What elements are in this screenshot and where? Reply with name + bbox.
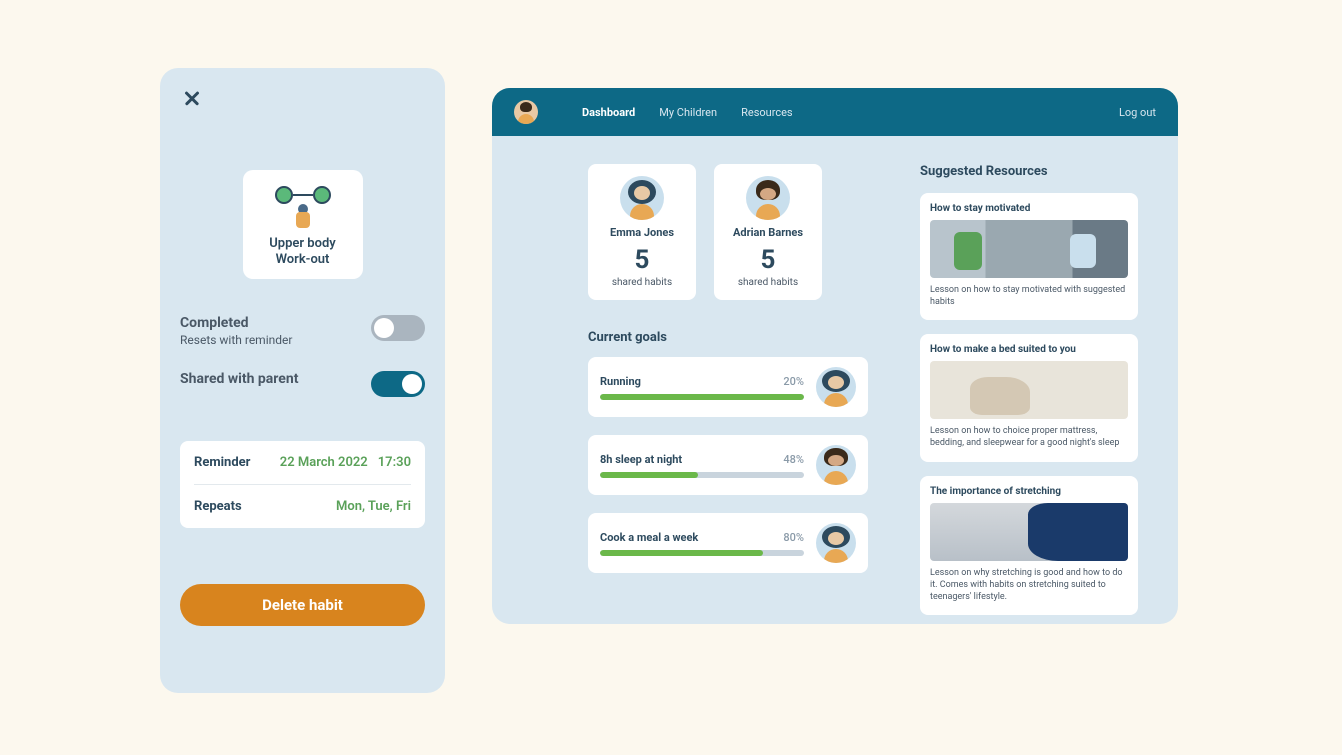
resource-bed[interactable]: How to make a bed suited to you Lesson o…: [920, 334, 1138, 461]
habit-title: Upper body Work-out: [251, 236, 355, 267]
child-avatar-emma: [620, 176, 664, 220]
mobile-habit-panel: Upper body Work-out Completed Resets wit…: [160, 68, 445, 693]
goal-running[interactable]: Running 20%: [588, 357, 868, 417]
resource-image: [930, 503, 1128, 561]
delete-habit-button[interactable]: Delete habit: [180, 584, 425, 626]
goal-avatar-emma: [816, 523, 856, 563]
progress-running: [600, 394, 804, 400]
reminder-card: Reminder 22 March 2022 17:30 Repeats Mon…: [180, 441, 425, 528]
nav-my-children[interactable]: My Children: [659, 106, 717, 119]
completed-sub: Resets with reminder: [180, 333, 292, 347]
repeats-row[interactable]: Repeats Mon, Tue, Fri: [194, 484, 411, 528]
reminder-row[interactable]: Reminder 22 March 2022 17:30: [194, 441, 411, 484]
progress-sleep: [600, 472, 804, 478]
child-card-adrian[interactable]: Adrian Barnes 5 shared habits: [714, 164, 822, 300]
topbar: Dashboard My Children Resources Log out: [492, 88, 1178, 136]
workout-illustration: [271, 182, 335, 230]
dashboard-content: Emma Jones 5 shared habits Adrian Barnes…: [492, 136, 1178, 624]
shared-toggle[interactable]: [371, 371, 425, 397]
resource-image: [930, 361, 1128, 419]
logout-link[interactable]: Log out: [1119, 106, 1156, 119]
goal-avatar-emma: [816, 367, 856, 407]
nav-dashboard[interactable]: Dashboard: [582, 106, 635, 119]
user-avatar[interactable]: [514, 100, 538, 124]
shared-setting: Shared with parent: [180, 371, 425, 397]
goal-sleep[interactable]: 8h sleep at night 48%: [588, 435, 868, 495]
goal-avatar-adrian: [816, 445, 856, 485]
nav-resources[interactable]: Resources: [741, 106, 793, 119]
reminder-time: 17:30: [378, 455, 411, 470]
progress-cook: [600, 550, 804, 556]
resource-stretching[interactable]: The importance of stretching Lesson on w…: [920, 476, 1138, 615]
children-cards: Emma Jones 5 shared habits Adrian Barnes…: [588, 164, 868, 300]
goal-cook[interactable]: Cook a meal a week 80%: [588, 513, 868, 573]
close-icon[interactable]: [180, 86, 204, 110]
resources-title: Suggested Resources: [920, 164, 1138, 179]
reminder-date: 22 March 2022: [280, 455, 368, 470]
repeats-value: Mon, Tue, Fri: [336, 499, 411, 514]
completed-toggle[interactable]: [371, 315, 425, 341]
shared-label: Shared with parent: [180, 371, 298, 387]
desktop-dashboard-panel: Dashboard My Children Resources Log out …: [492, 88, 1178, 624]
child-card-emma[interactable]: Emma Jones 5 shared habits: [588, 164, 696, 300]
child-avatar-adrian: [746, 176, 790, 220]
current-goals-title: Current goals: [588, 330, 868, 345]
completed-label: Completed: [180, 315, 292, 331]
habit-card: Upper body Work-out: [243, 170, 363, 279]
resource-motivated[interactable]: How to stay motivated Lesson on how to s…: [920, 193, 1138, 320]
resource-image: [930, 220, 1128, 278]
completed-setting: Completed Resets with reminder: [180, 315, 425, 347]
